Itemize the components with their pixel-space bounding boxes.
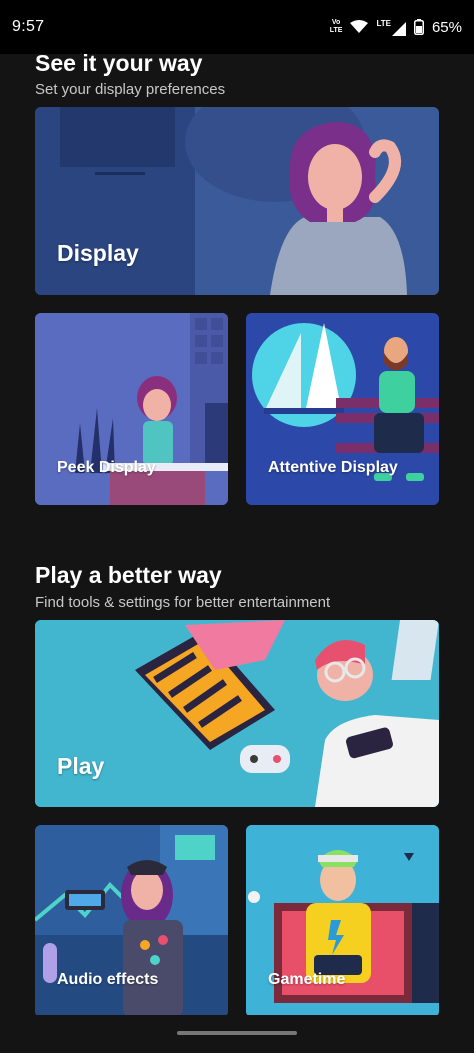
status-bar: 9:57 Vo LTE LTE 65% [0, 0, 474, 54]
play-card[interactable]: Play [35, 620, 439, 807]
audio-effects-card[interactable]: Audio effects [35, 825, 228, 1017]
signal-icon [391, 21, 406, 36]
wifi-icon [350, 20, 369, 33]
navigation-bar [0, 1015, 474, 1053]
play-card-label: Play [57, 753, 105, 779]
section-subtitle-display: Set your display preferences [35, 81, 226, 98]
battery-icon [413, 19, 424, 35]
volte-indicator: Vo LTE [329, 19, 343, 34]
status-icons: Vo LTE LTE 65% [330, 19, 462, 36]
section-title-display: See it your way [35, 50, 203, 76]
home-gesture-handle[interactable] [177, 1031, 297, 1035]
display-card-label: Display [57, 240, 139, 266]
attentive-display-card[interactable]: Attentive Display [246, 313, 439, 505]
status-time: 9:57 [12, 18, 45, 35]
audio-effects-card-label: Audio effects [57, 971, 159, 988]
battery-percent: 65% [431, 18, 462, 36]
section-title-play: Play a better way [35, 562, 222, 588]
display-card[interactable]: Display [35, 107, 439, 295]
peek-display-card[interactable]: Peek Display [35, 313, 228, 505]
gametime-card[interactable]: Gametime [246, 825, 439, 1017]
section-subtitle-play: Find tools & settings for better enterta… [35, 594, 331, 611]
attentive-display-card-label: Attentive Display [268, 459, 398, 476]
cell-signal: LTE [376, 19, 406, 36]
network-type: LTE [376, 18, 391, 28]
peek-display-card-label: Peek Display [57, 459, 156, 476]
gametime-card-label: Gametime [268, 971, 346, 988]
